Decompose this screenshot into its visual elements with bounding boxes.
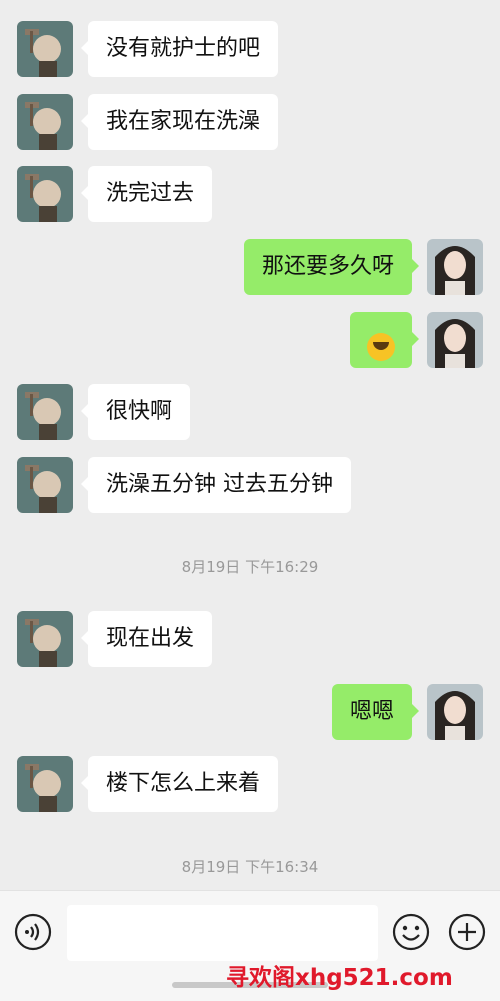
contact-avatar[interactable] bbox=[17, 457, 73, 513]
message-row: 我在家现在洗澡 bbox=[0, 94, 500, 150]
message-row: 很快啊 bbox=[0, 384, 500, 440]
message-row: 没有就护士的吧 bbox=[0, 21, 500, 77]
message-bubble[interactable]: 我在家现在洗澡 bbox=[80, 94, 279, 150]
emoji-icon[interactable] bbox=[392, 913, 430, 951]
message-bubble[interactable]: 没有就护士的吧 bbox=[80, 21, 279, 77]
message-row bbox=[0, 312, 500, 368]
message-bubble[interactable]: 那还要多久呀 bbox=[243, 239, 420, 295]
voice-icon[interactable] bbox=[14, 913, 52, 951]
contact-avatar[interactable] bbox=[17, 21, 73, 77]
message-row: 楼下怎么上来着 bbox=[0, 756, 500, 812]
contact-avatar[interactable] bbox=[17, 756, 73, 812]
plus-icon[interactable] bbox=[448, 913, 486, 951]
message-input[interactable] bbox=[67, 905, 378, 961]
message-row: 洗完过去 bbox=[0, 166, 500, 222]
emoji-bubble[interactable] bbox=[350, 312, 419, 368]
contact-avatar[interactable] bbox=[17, 166, 73, 222]
message-bubble[interactable]: 楼下怎么上来着 bbox=[80, 756, 279, 812]
self-avatar[interactable] bbox=[427, 312, 483, 368]
message-bubble[interactable]: 很快啊 bbox=[80, 384, 191, 440]
message-bubble[interactable]: 洗完过去 bbox=[80, 166, 213, 222]
timestamp: 8月19日 下午16:34 bbox=[181, 858, 319, 876]
self-avatar[interactable] bbox=[427, 239, 483, 295]
contact-avatar[interactable] bbox=[17, 384, 73, 440]
contact-avatar[interactable] bbox=[17, 94, 73, 150]
chat-area[interactable]: 没有就护士的吧 我在家现在洗澡 洗完过去 那还要多久呀 很快啊 洗澡五分钟 过去… bbox=[0, 0, 500, 890]
message-row: 嗯嗯 bbox=[0, 684, 500, 740]
message-row: 现在出发 bbox=[0, 611, 500, 667]
message-row: 那还要多久呀 bbox=[0, 239, 500, 295]
self-avatar[interactable] bbox=[427, 684, 483, 740]
message-row: 洗澡五分钟 过去五分钟 bbox=[0, 457, 500, 513]
message-bubble[interactable]: 嗯嗯 bbox=[331, 684, 420, 740]
message-bubble[interactable]: 洗澡五分钟 过去五分钟 bbox=[81, 457, 351, 513]
message-bubble[interactable]: 现在出发 bbox=[80, 611, 213, 667]
laughing-emoji-icon bbox=[367, 333, 395, 361]
timestamp: 8月19日 下午16:29 bbox=[181, 558, 319, 576]
contact-avatar[interactable] bbox=[17, 611, 73, 667]
watermark: 寻欢阁xhg521.com bbox=[226, 965, 453, 991]
